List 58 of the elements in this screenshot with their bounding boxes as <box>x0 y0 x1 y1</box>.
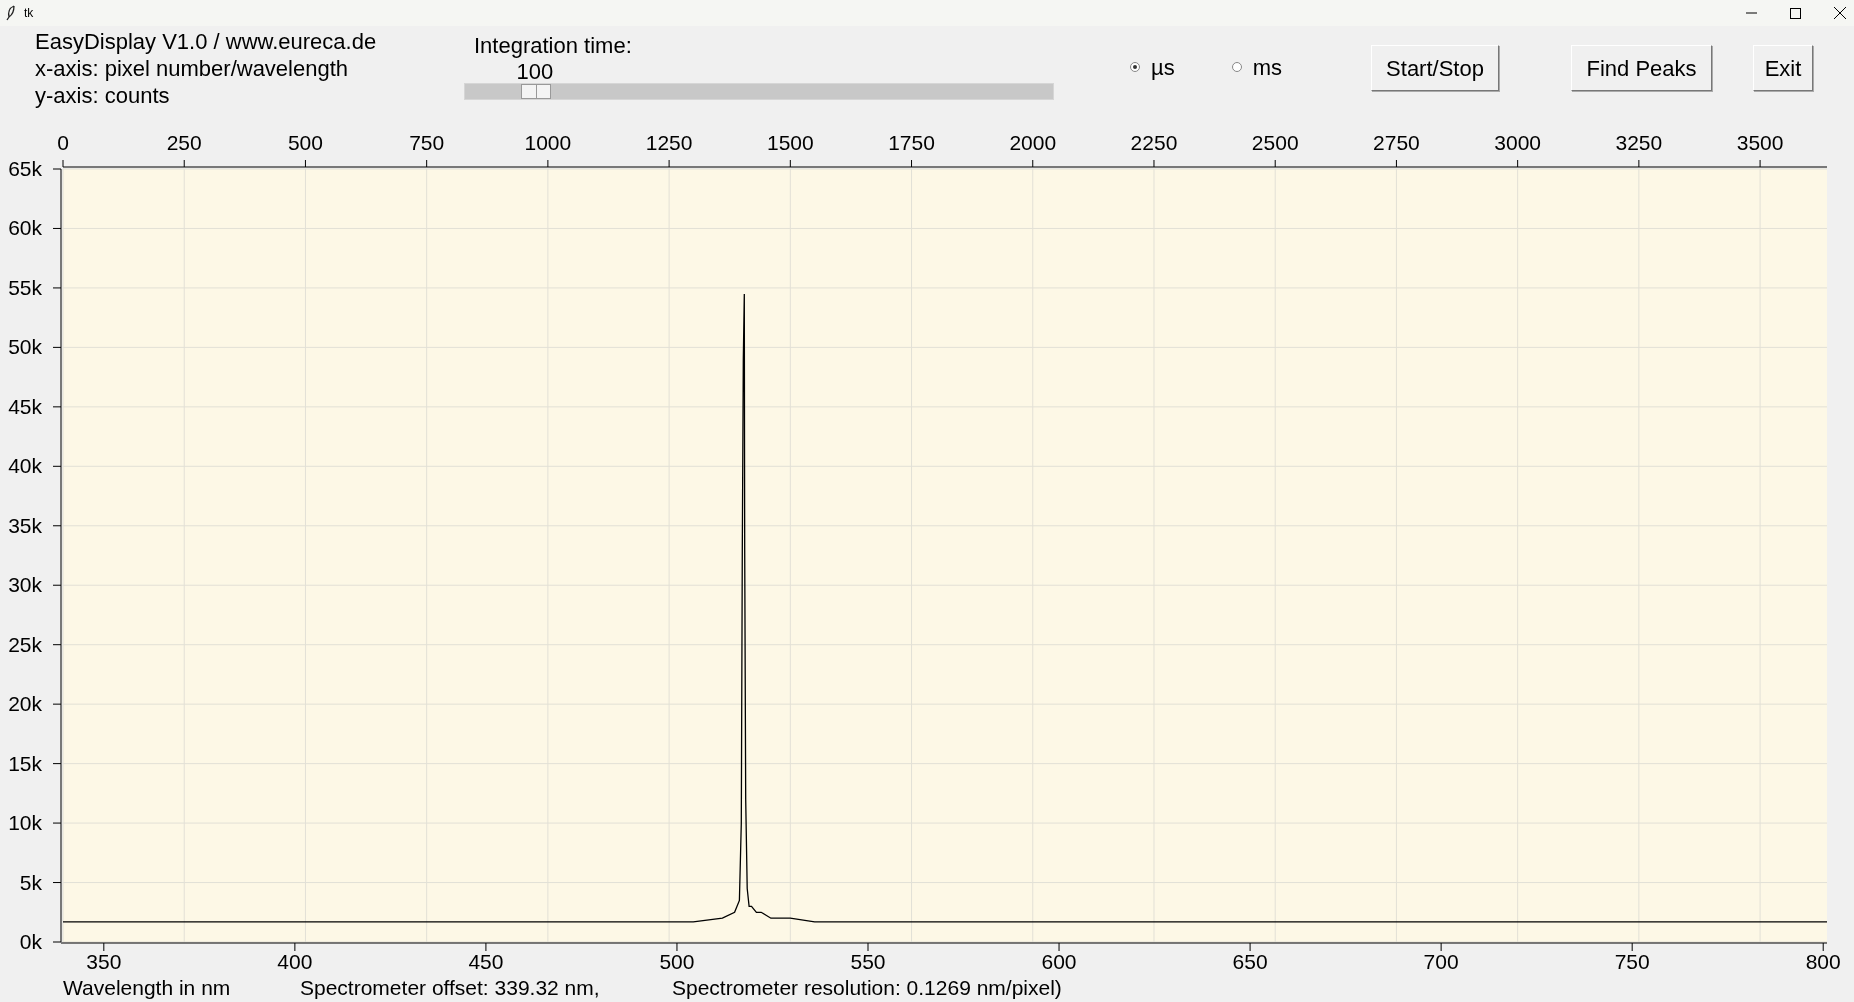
axis-tick-label: 600 <box>1041 950 1077 973</box>
axis-tick-label: 3250 <box>1615 134 1663 154</box>
axis-tick-label: 5k <box>19 870 42 894</box>
axis-tick-label: 1750 <box>888 134 935 154</box>
axis-tick-label: 1500 <box>766 134 814 154</box>
action-button[interactable]: Find Peaks <box>1571 45 1712 91</box>
axis-tick-label: 50k <box>8 335 42 359</box>
maximize-icon[interactable] <box>1790 7 1801 19</box>
axis-tick-label: 0 <box>57 134 69 154</box>
info-text: EasyDisplay V1.0 / www.eureca.de <box>35 28 378 55</box>
info-text: y-axis: counts <box>35 82 171 109</box>
axis-tick-label: 25k <box>8 632 42 656</box>
axis-tick-label: 2750 <box>1373 134 1420 154</box>
unit-radio[interactable]: µs <box>1130 45 1175 89</box>
axis-tick-label: 20k <box>8 692 42 716</box>
axis-tick-label: 350 <box>86 950 122 973</box>
axis-tick-label: 250 <box>166 134 202 154</box>
slider-thumb[interactable] <box>520 84 551 99</box>
axis-tick-label: 1250 <box>645 134 693 154</box>
axis-tick-label: 10k <box>8 811 42 835</box>
axis-tick-label: 0k <box>19 930 42 953</box>
axis-tick-label: 750 <box>1614 950 1650 973</box>
axis-tick-label: 400 <box>277 950 313 973</box>
footer-text: Spectrometer offset: 339.32 nm, <box>300 975 601 1002</box>
axis-tick-label: 750 <box>409 134 445 154</box>
axis-tick-label: 550 <box>850 950 886 973</box>
close-icon[interactable] <box>1834 7 1846 19</box>
axis-tick-label: 65k <box>8 157 42 180</box>
axis-tick-label: 3000 <box>1494 134 1541 154</box>
action-button[interactable]: Exit <box>1753 45 1813 91</box>
axis-tick-label: 650 <box>1232 950 1268 973</box>
axis-tick-label: 35k <box>8 513 42 537</box>
action-button[interactable]: Start/Stop <box>1371 45 1499 91</box>
axis-tick-label: 15k <box>8 751 42 775</box>
info-text: x-axis: pixel number/wavelength <box>35 55 350 82</box>
window-title: tk <box>24 5 34 22</box>
integration-label: Integration time: <box>474 32 632 59</box>
axis-tick-label: 450 <box>468 950 504 973</box>
axis-tick-label: 2250 <box>1130 134 1178 154</box>
axis-tick-label: 3500 <box>1736 134 1784 154</box>
slider-track[interactable] <box>464 83 1054 100</box>
feather-icon <box>6 5 16 21</box>
unit-radio[interactable]: ms <box>1231 45 1282 89</box>
axis-tick-label: 40k <box>8 454 42 478</box>
axis-tick-label: 1000 <box>524 134 572 154</box>
axis-tick-label: 55k <box>8 275 42 299</box>
axis-tick-label: 2500 <box>1251 134 1299 154</box>
axis-tick-label: 30k <box>8 573 42 597</box>
slider-value: 100 <box>516 58 554 85</box>
footer-text: Wavelength in nm <box>63 975 232 1002</box>
axis-tick-label: 60k <box>8 216 42 240</box>
axis-tick-label: 500 <box>287 134 323 154</box>
footer-text: Spectrometer resolution: 0.1269 nm/pixel) <box>672 975 1062 1002</box>
axis-tick-label: 800 <box>1805 950 1841 973</box>
axis-tick-label: 2000 <box>1009 134 1057 154</box>
axis-tick-label: 700 <box>1423 950 1459 973</box>
axis-tick-label: 500 <box>659 950 695 973</box>
axis-tick-label: 45k <box>8 394 42 418</box>
